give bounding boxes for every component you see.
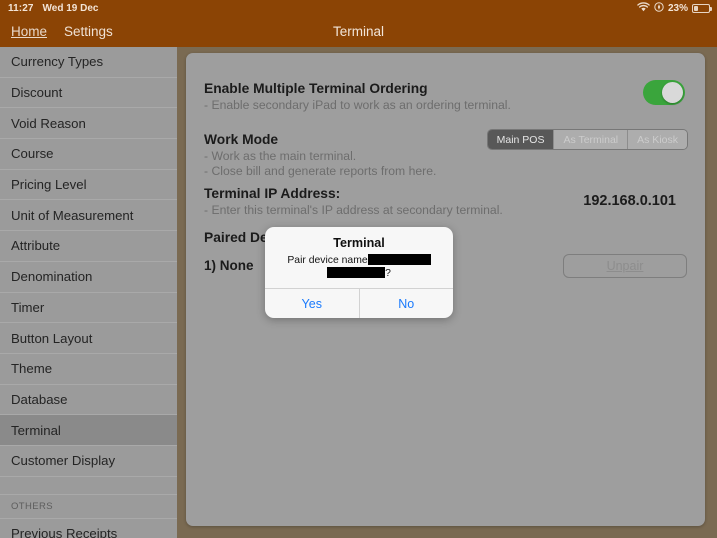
sidebar-item-label: Pricing Level xyxy=(11,177,87,193)
sidebar-item-label: Database xyxy=(11,391,68,407)
dialog-yes-button[interactable]: Yes xyxy=(265,289,360,318)
sidebar-item-previous-receipts[interactable]: Previous Receipts xyxy=(0,519,177,538)
setting-terminal-ip: Terminal IP Address: - Enter this termin… xyxy=(204,186,644,217)
sidebar-item-customer-display[interactable]: Customer Display xyxy=(0,446,177,477)
dialog-message-prefix: Pair device name xyxy=(287,255,368,266)
nav-bar: Terminal Home Settings xyxy=(0,16,717,47)
redacted-device-name-line-2 xyxy=(327,267,386,278)
terminal-ip-subtitle: - Enter this terminal's IP address at se… xyxy=(204,203,503,217)
sidebar-item-denomination[interactable]: Denomination xyxy=(0,262,177,293)
terminal-ip-title: Terminal IP Address: xyxy=(204,186,341,201)
sidebar-item-label: Customer Display xyxy=(11,453,116,469)
sidebar-item-timer[interactable]: Timer xyxy=(0,293,177,324)
toggle-knob xyxy=(662,82,683,103)
sidebar-item-label: Void Reason xyxy=(11,115,86,131)
sidebar-item-label: Course xyxy=(11,146,54,162)
sidebar-item-label: Attribute xyxy=(11,238,61,254)
dialog-message-suffix: ? xyxy=(385,268,391,279)
work-mode-subtitle-1: - Work as the main terminal. xyxy=(204,149,357,163)
sidebar-item-button-layout[interactable]: Button Layout xyxy=(0,323,177,354)
dialog-message: Pair device name ? xyxy=(275,254,443,280)
battery-icon xyxy=(692,3,712,13)
segment-as-terminal[interactable]: As Terminal xyxy=(554,130,629,149)
sidebar-section-others: OTHERS xyxy=(0,495,177,519)
unpair-button[interactable]: Unpair xyxy=(563,254,687,278)
setting-multiple-terminal-ordering: Enable Multiple Terminal Ordering - Enab… xyxy=(204,81,684,112)
multiple-terminal-subtitle: - Enable secondary iPad to work as an or… xyxy=(204,98,511,112)
sidebar-item-currency-types[interactable]: Currency Types xyxy=(0,47,177,78)
sidebar-item-label: Timer xyxy=(11,299,45,315)
sidebar-item-unit-of-measurement[interactable]: Unit of Measurement xyxy=(0,200,177,232)
multiple-terminal-title: Enable Multiple Terminal Ordering xyxy=(204,81,428,96)
sidebar-item-void-reason[interactable]: Void Reason xyxy=(0,108,177,140)
sidebar-item-pricing-level[interactable]: Pricing Level xyxy=(0,170,177,201)
segment-as-kiosk[interactable]: As Kiosk xyxy=(628,130,687,149)
sidebar-item-label: Previous Receipts xyxy=(11,525,118,538)
nav-breadcrumb: Home Settings xyxy=(11,16,113,47)
status-date: Wed 19 Dec xyxy=(42,2,99,14)
wifi-icon xyxy=(637,1,650,15)
sidebar-item-label: Terminal xyxy=(11,422,61,438)
sidebar-item-terminal[interactable]: Terminal xyxy=(0,415,177,446)
sidebar-item-label: Discount xyxy=(11,85,63,101)
sidebar-item-label: Currency Types xyxy=(11,54,104,70)
sidebar-item-label: Unit of Measurement xyxy=(11,207,134,223)
nav-home-link[interactable]: Home xyxy=(11,24,47,39)
sidebar-item-database[interactable]: Database xyxy=(0,385,177,416)
sidebar-item-course[interactable]: Course xyxy=(0,139,177,170)
work-mode-subtitle-2: - Close bill and generate reports from h… xyxy=(204,164,437,178)
sidebar-item-label: Theme xyxy=(11,361,53,377)
dialog-actions: Yes No xyxy=(265,288,453,318)
dialog-no-button[interactable]: No xyxy=(360,289,454,318)
sidebar-item-label: Denomination xyxy=(11,269,93,285)
location-icon xyxy=(654,1,664,15)
dialog-body: Terminal Pair device name ? xyxy=(265,227,453,288)
battery-percent: 23% xyxy=(667,2,688,14)
multiple-terminal-toggle[interactable] xyxy=(643,80,685,105)
pair-confirmation-dialog: Terminal Pair device name ? Yes No xyxy=(265,227,453,318)
nav-settings-label: Settings xyxy=(64,24,113,39)
redacted-device-name-line-1 xyxy=(367,254,431,265)
sidebar-item-label: Button Layout xyxy=(11,330,93,346)
dialog-title: Terminal xyxy=(333,236,385,250)
status-right-cluster: 23% xyxy=(637,1,712,15)
ipad-screen: 11:27 Wed 19 Dec 23% Terminal Home Setti… xyxy=(0,0,717,538)
settings-sidebar[interactable]: Currency Types Discount Void Reason Cour… xyxy=(0,47,177,538)
work-mode-segmented-control[interactable]: Main POS As Terminal As Kiosk xyxy=(486,129,688,150)
sidebar-item-attribute[interactable]: Attribute xyxy=(0,231,177,262)
segment-main-pos[interactable]: Main POS xyxy=(487,130,555,149)
terminal-ip-value: 192.168.0.101 xyxy=(583,193,676,209)
sidebar-item-discount[interactable]: Discount xyxy=(0,78,177,109)
sidebar-item-theme[interactable]: Theme xyxy=(0,354,177,385)
status-time: 11:27 xyxy=(8,2,34,14)
sidebar-spacer xyxy=(0,477,177,495)
status-bar: 11:27 Wed 19 Dec 23% xyxy=(0,0,717,16)
